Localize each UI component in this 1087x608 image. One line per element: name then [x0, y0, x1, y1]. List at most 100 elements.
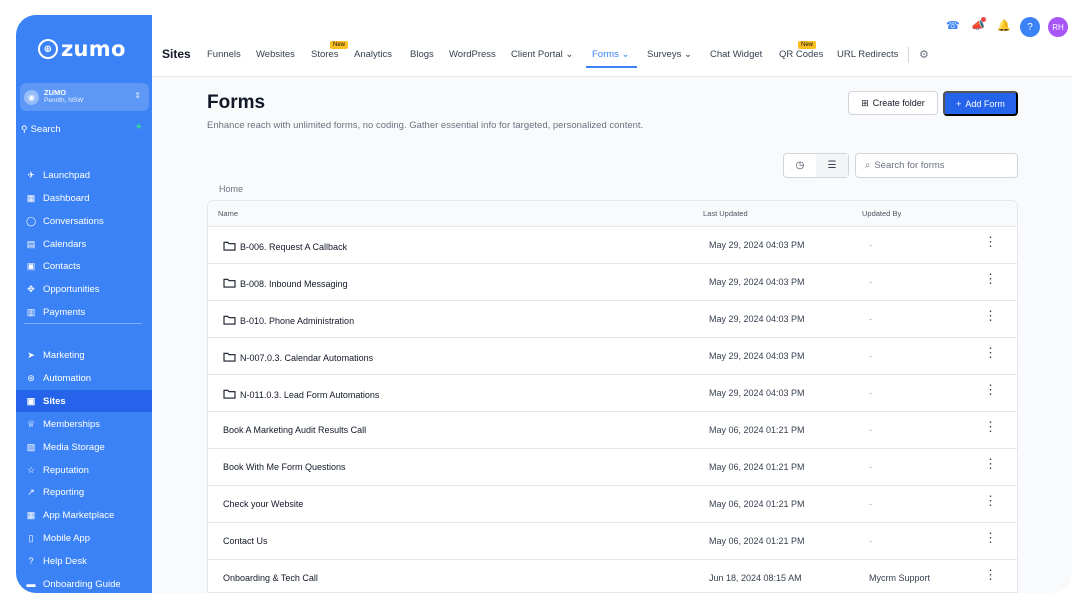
- row-name-cell[interactable]: Book A Marketing Audit Results Call: [223, 425, 366, 435]
- forms-table: Name Last Updated Updated By B-006. Requ…: [207, 200, 1018, 593]
- more-vertical-icon[interactable]: ⋮: [984, 383, 997, 396]
- row-name-cell[interactable]: Contact Us: [223, 536, 268, 546]
- more-vertical-icon[interactable]: ⋮: [984, 568, 997, 581]
- sidebar-item-memberships[interactable]: ♕ Memberships: [16, 413, 152, 435]
- tab-analytics[interactable]: Analytics: [354, 49, 392, 60]
- more-vertical-icon[interactable]: ⋮: [984, 531, 997, 544]
- more-vertical-icon[interactable]: ⋮: [984, 235, 997, 248]
- more-vertical-icon[interactable]: ⋮: [984, 420, 997, 433]
- breadcrumb[interactable]: Home: [219, 184, 243, 194]
- more-vertical-icon[interactable]: ⋮: [984, 457, 997, 470]
- tab-chat-widget[interactable]: Chat Widget: [710, 49, 762, 60]
- form-row[interactable]: Check your Website May 06, 2024 01:21 PM -…: [208, 486, 1017, 523]
- folder-icon: [223, 314, 236, 327]
- create-folder-button[interactable]: ⊞ Create folder: [848, 91, 938, 115]
- sidebar-item-dashboard[interactable]: ▦ Dashboard: [16, 187, 152, 209]
- sidebar-item-calendars[interactable]: ▤ Calendars: [16, 233, 152, 255]
- folder-row[interactable]: B-006. Request A Callback May 29, 2024 04…: [208, 227, 1017, 264]
- user-avatar[interactable]: RH: [1048, 17, 1068, 37]
- form-row[interactable]: Book With Me Form Questions May 06, 2024 …: [208, 449, 1017, 486]
- row-name-cell[interactable]: Check your Website: [223, 499, 303, 509]
- search-icon: ⌕: [865, 160, 871, 171]
- sidebar-item-help-desk[interactable]: ? Help Desk: [16, 550, 152, 572]
- tab-label: WordPress: [449, 49, 496, 60]
- gear-icon[interactable]: ⚙: [919, 48, 929, 61]
- sidebar-item-mobile-app[interactable]: ▯ Mobile App: [16, 527, 152, 549]
- tab-wordpress[interactable]: WordPress: [449, 49, 496, 60]
- sidebar-item-conversations[interactable]: ◯ Conversations: [16, 210, 152, 232]
- row-name-cell[interactable]: B-006. Request A Callback: [223, 240, 347, 253]
- row-name-cell[interactable]: B-008. Inbound Messaging: [223, 277, 348, 290]
- folder-row[interactable]: B-010. Phone Administration May 29, 2024 …: [208, 301, 1017, 338]
- row-name-cell[interactable]: N-011.0.3. Lead Form Automations: [223, 388, 379, 401]
- tab-stores[interactable]: Stores: [311, 49, 338, 60]
- form-row[interactable]: Contact Us May 06, 2024 01:21 PM - ⋮: [208, 523, 1017, 560]
- tab-label: URL Redirects: [837, 49, 899, 60]
- sidebar-search[interactable]: ⚲ Search ✦: [21, 121, 143, 137]
- row-updated-by: -: [869, 536, 872, 546]
- form-row[interactable]: Book A Marketing Audit Results Call May 0…: [208, 412, 1017, 449]
- search-forms-input[interactable]: ⌕ Search for forms: [855, 153, 1018, 178]
- form-row[interactable]: Onboarding & Tech Call Jun 18, 2024 08:15…: [208, 560, 1017, 592]
- row-name-cell[interactable]: N-007.0.3. Calendar Automations: [223, 351, 373, 364]
- tab-websites[interactable]: Websites: [256, 49, 295, 60]
- row-last-updated: May 29, 2024 04:03 PM: [709, 351, 805, 361]
- row-name-cell[interactable]: B-010. Phone Administration: [223, 314, 354, 327]
- tab-blogs[interactable]: Blogs: [410, 49, 434, 60]
- more-vertical-icon[interactable]: ⋮: [984, 346, 997, 359]
- tab-qr-codes[interactable]: QR Codes: [779, 49, 823, 60]
- row-last-updated: May 29, 2024 04:03 PM: [709, 314, 805, 324]
- more-vertical-icon[interactable]: ⋮: [984, 272, 997, 285]
- brand-logo[interactable]: ⊕ zumo: [38, 37, 126, 61]
- list-view-button[interactable]: ☰: [816, 154, 848, 177]
- sidebar-item-media-storage[interactable]: ▨ Media Storage: [16, 436, 152, 458]
- sparkle-icon: ✦: [134, 122, 143, 133]
- folder-row[interactable]: B-008. Inbound Messaging May 29, 2024 04:…: [208, 264, 1017, 301]
- sidebar-item-payments[interactable]: ▥ Payments: [16, 301, 152, 323]
- page-title: Forms: [207, 92, 266, 113]
- column-name[interactable]: Name: [218, 209, 238, 218]
- tab-forms[interactable]: Forms ⌄: [592, 49, 630, 60]
- sidebar-item-label: Launchpad: [43, 169, 91, 181]
- bell-icon[interactable]: 🔔: [997, 19, 1011, 32]
- sidebar-item-marketing[interactable]: ➤ Marketing: [16, 344, 152, 366]
- folder-icon: [223, 351, 236, 364]
- tab-label: Forms: [592, 49, 619, 60]
- row-updated-by: -: [869, 388, 872, 398]
- tab-surveys[interactable]: Surveys ⌄: [647, 49, 692, 60]
- more-vertical-icon[interactable]: ⋮: [984, 309, 997, 322]
- tab-label: Websites: [256, 49, 295, 60]
- rocket-icon: ✈: [27, 169, 35, 180]
- row-name: Book A Marketing Audit Results Call: [223, 425, 367, 435]
- more-vertical-icon[interactable]: ⋮: [984, 494, 997, 507]
- recent-view-button[interactable]: ◷: [784, 154, 816, 177]
- row-name-cell[interactable]: Onboarding & Tech Call: [223, 573, 318, 583]
- location-switcher[interactable]: ◉ ZUMO Penrith, NSW ⇕: [20, 83, 149, 111]
- tab-label: Client Portal: [511, 49, 563, 60]
- row-updated-by: Mycrm Support: [869, 573, 931, 583]
- sidebar-item-reputation[interactable]: ☆ Reputation: [16, 459, 152, 481]
- folder-row[interactable]: N-011.0.3. Lead Form Automations May 29, …: [208, 375, 1017, 412]
- sidebar-item-opportunities[interactable]: ✥ Opportunities: [16, 278, 152, 300]
- tab-url-redirects[interactable]: URL Redirects: [837, 49, 898, 60]
- add-form-button[interactable]: + Add Form: [943, 91, 1018, 116]
- column-last-updated[interactable]: Last Updated: [703, 209, 748, 218]
- tab-funnels[interactable]: Funnels: [207, 49, 241, 60]
- sidebar-item-launchpad[interactable]: ✈ Launchpad: [16, 164, 152, 186]
- tab-client-portal[interactable]: Client Portal ⌄: [511, 49, 573, 60]
- row-name-cell[interactable]: Book With Me Form Questions: [223, 462, 346, 472]
- sidebar-item-onboarding-guide[interactable]: ▬ Onboarding Guide: [16, 573, 152, 593]
- column-updated-by[interactable]: Updated By: [862, 209, 901, 218]
- sidebar-item-app-marketplace[interactable]: ▦ App Marketplace: [16, 504, 152, 526]
- sidebar-item-contacts[interactable]: ▣ Contacts: [16, 255, 152, 277]
- tab-label: Analytics: [354, 49, 393, 60]
- help-button[interactable]: ?: [1020, 17, 1040, 37]
- phone-icon[interactable]: ☎: [946, 19, 960, 32]
- folder-row[interactable]: N-007.0.3. Calendar Automations May 29, 2…: [208, 338, 1017, 375]
- sidebar-item-sites[interactable]: ▣ Sites: [16, 390, 152, 412]
- sidebar-item-label: App Marketplace: [43, 509, 115, 521]
- tab-separator: [908, 47, 909, 63]
- sidebar-item-automation[interactable]: ⊛ Automation: [16, 367, 152, 389]
- sidebar-item-label: Media Storage: [43, 441, 105, 453]
- sidebar-item-reporting[interactable]: ↗ Reporting: [16, 481, 152, 503]
